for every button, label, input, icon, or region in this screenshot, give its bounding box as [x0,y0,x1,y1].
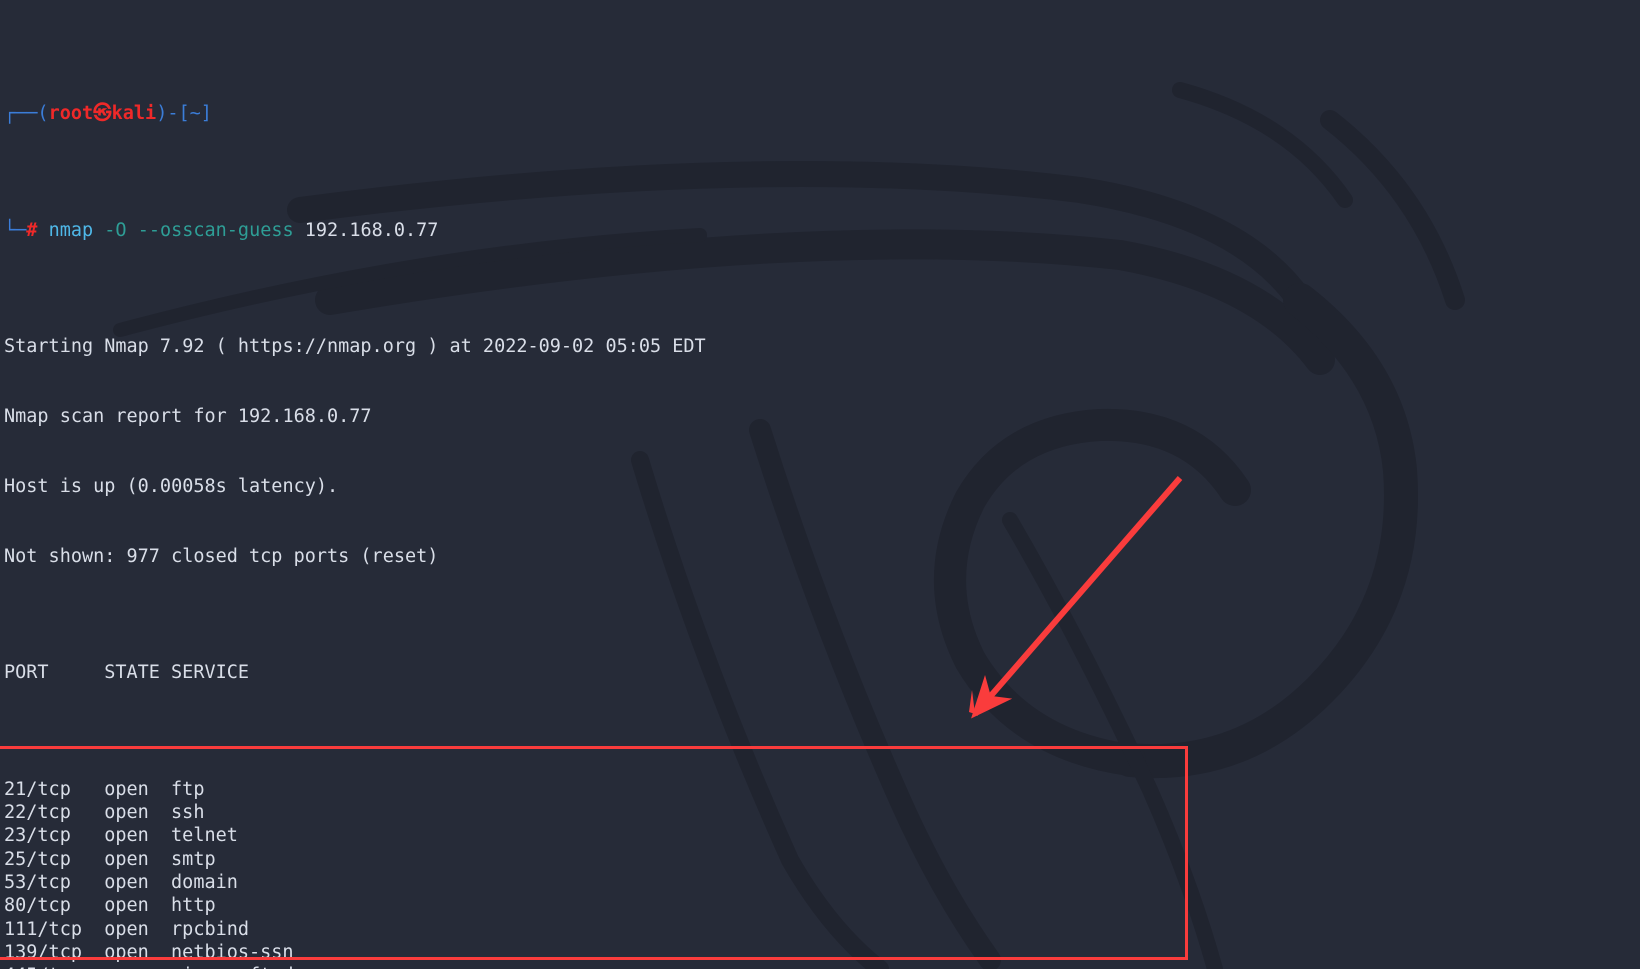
prompt-at-icon: ㉿ [93,103,112,125]
column-header-state: STATE [104,662,160,684]
port-row: 25/tcp open smtp [4,848,1640,871]
port-row: 21/tcp open ftp [4,778,1640,801]
column-header-port: PORT [4,662,49,684]
port-table-body: 21/tcp open ftp 22/tcp open ssh 23/tcp open teln… [4,778,1640,969]
port-state: open [104,918,149,940]
nmap-scan-report-line: Nmap scan report for 192.168.0.77 [4,406,372,428]
port-state: open [104,848,149,870]
port-service: rpcbind [171,918,250,940]
not-shown-line: Not shown: 977 closed tcp ports (reset) [4,545,439,567]
port-state: open [104,941,149,963]
port-number: 22/tcp [4,802,71,824]
port-service: ssh [171,802,205,824]
prompt-host: kali [111,103,157,125]
port-state: open [104,802,149,824]
port-service: ftp [171,778,205,800]
command-target-ip: 192.168.0.77 [304,219,439,241]
command-flag-osscan-guess: --osscan-guess [137,219,294,241]
port-service: domain [171,871,238,893]
prompt-bracket-end: ] [200,103,212,125]
column-header-service: SERVICE [171,662,250,684]
prompt-box-bottom: └─ [4,219,27,241]
prompt-line-top: ┌──(root㉿kali)-[~] [4,102,1640,125]
port-state: open [104,964,171,969]
prompt-cwd: ~ [189,103,201,125]
port-number: 21/tcp [4,778,71,800]
port-number: 25/tcp [4,848,71,870]
port-row: 23/tcp open telnet [4,824,1640,847]
prompt-symbol: # [26,219,38,241]
port-state: open [104,825,149,847]
host-status-line: Host is up (0.00058s latency). [4,475,339,497]
prompt-bracket-close: )-[ [156,103,190,125]
port-row: 80/tcp open http [4,894,1640,917]
terminal-output: ┌──(root㉿kali)-[~] └─# nmap -O --osscan-… [0,0,1640,969]
prompt-user: root [48,103,94,125]
port-service: http [171,895,216,917]
port-row: 139/tcp open netbios-ssn [4,941,1640,964]
nmap-starting-line: Starting Nmap 7.92 ( https://nmap.org ) … [4,336,706,358]
port-row: 53/tcp open domain [4,871,1640,894]
prompt-box-top: ┌──( [4,103,49,125]
port-service: netbios-ssn [171,941,294,963]
port-number: 53/tcp [4,871,71,893]
port-number: 139/tcp [4,941,82,963]
port-row: 111/tcp open rpcbind [4,918,1640,941]
port-state: open [104,895,149,917]
port-number: 445/tcp [4,964,104,969]
port-number: 23/tcp [4,825,71,847]
port-state: open [104,778,149,800]
port-service: smtp [171,848,216,870]
port-number: 80/tcp [4,895,71,917]
port-table-header: PORT STATE SERVICE [4,661,1640,684]
port-number: 111/tcp [4,918,82,940]
command-name: nmap [48,219,94,241]
command-flag-o: -O [104,219,127,241]
port-service: telnet [171,825,238,847]
port-state: open [104,871,149,893]
port-service: microsoft-ds [171,964,305,969]
port-row: 22/tcp open ssh [4,801,1640,824]
command-line[interactable]: └─# nmap -O --osscan-guess 192.168.0.77 [4,219,1640,242]
terminal-window[interactable]: ┌──(root㉿kali)-[~] └─# nmap -O --osscan-… [0,0,1640,969]
port-row: 445/tcpopenmicrosoft-ds [4,964,1640,969]
